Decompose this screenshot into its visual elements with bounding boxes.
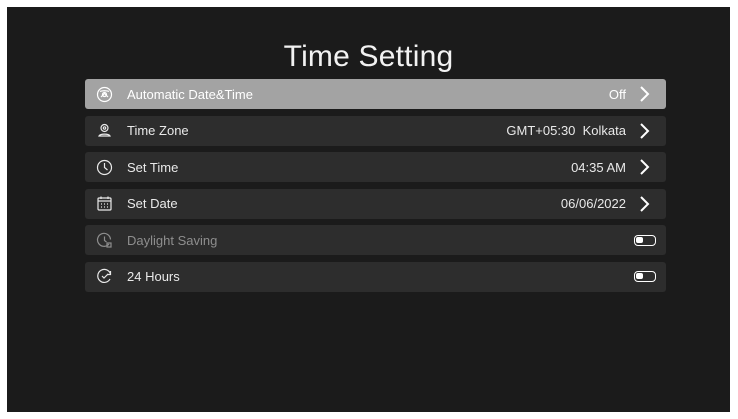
setting-label: Set Date <box>127 196 178 212</box>
setting-label: Daylight Saving <box>127 232 218 248</box>
setting-set-date[interactable]: Set Date 06/06/2022 <box>85 188 666 219</box>
setting-label: Automatic Date&Time <box>127 86 253 102</box>
setting-label: 24 Hours <box>127 269 180 285</box>
setting-set-time[interactable]: Set Time 04:35 AM <box>85 152 666 183</box>
daylight-saving-icon <box>96 232 113 249</box>
clock-icon <box>96 159 113 176</box>
calendar-icon <box>96 195 113 212</box>
chevron-right-icon <box>638 85 650 103</box>
setting-value: Off <box>608 86 626 102</box>
24-hours-toggle[interactable] <box>634 271 656 283</box>
clock-24-icon <box>96 268 113 285</box>
chevron-right-icon <box>638 122 650 140</box>
chevron-right-icon <box>638 158 650 176</box>
setting-value: 04:35 AM <box>571 159 626 175</box>
toggle-knob <box>636 273 643 280</box>
tv-screen: Time Setting Automatic Date&Time Off Tim… <box>7 7 730 412</box>
timezone-pin-icon <box>96 122 113 139</box>
daylight-saving-toggle[interactable] <box>634 234 656 246</box>
page-title: Time Setting <box>283 40 454 73</box>
setting-automatic-date-time[interactable]: Automatic Date&Time Off <box>85 79 666 109</box>
setting-daylight-saving[interactable]: Daylight Saving <box>85 225 666 256</box>
settings-list: Automatic Date&Time Off Time Zone GMT+05… <box>85 79 666 299</box>
setting-time-zone[interactable]: Time Zone GMT+05:30 Kolkata <box>85 115 666 146</box>
setting-label: Time Zone <box>127 123 189 139</box>
setting-24-hours[interactable]: 24 Hours <box>85 261 666 292</box>
chevron-right-icon <box>638 195 650 213</box>
toggle-knob <box>636 236 643 243</box>
auto-time-icon <box>96 86 113 103</box>
setting-value: 06/06/2022 <box>560 196 626 212</box>
setting-value: GMT+05:30 Kolkata <box>506 123 626 139</box>
setting-label: Set Time <box>127 159 179 175</box>
